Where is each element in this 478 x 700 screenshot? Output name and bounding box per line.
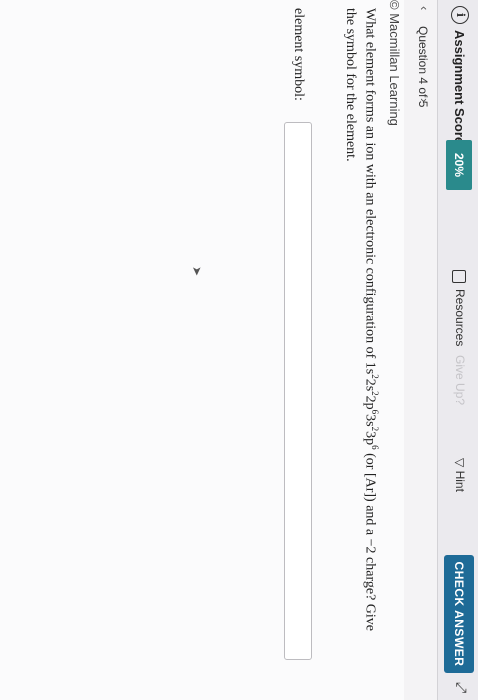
resources-icon <box>452 270 467 283</box>
element-symbol-label: element symbol: <box>291 8 306 101</box>
resources-label: Resources <box>453 289 467 347</box>
hint-label: Hint <box>453 470 467 492</box>
element-symbol-input[interactable] <box>284 122 312 660</box>
question-content: © Macmillan Learning What element forms … <box>0 0 404 700</box>
expand-icon[interactable]: ⤢ <box>453 682 470 693</box>
resources-button[interactable]: Resources <box>452 270 467 346</box>
score-badge: 20% <box>446 140 472 190</box>
info-icon[interactable]: i <box>451 6 469 24</box>
give-up-button[interactable]: Give Up? <box>453 355 467 405</box>
assignment-score-label: Assignment Score: <box>452 30 467 149</box>
hint-icon: ▽ <box>453 458 467 471</box>
question-number: Question 4 of 5 <box>416 26 430 108</box>
cursor-icon: ➤ <box>190 266 204 277</box>
macmillan-brand: © Macmillan Learning <box>387 0 402 126</box>
screen: i Assignment Score: 20% Resources Give U… <box>0 0 478 700</box>
check-answer-button[interactable]: Check Answer <box>444 555 474 673</box>
assignment-toolbar: i Assignment Score: 20% Resources Give U… <box>437 0 478 700</box>
question-text: What element forms an ion with an electr… <box>343 8 380 632</box>
previous-question-icon[interactable]: ‹ <box>417 6 432 10</box>
question-nav: ‹ Question 4 of 5 › <box>410 0 438 700</box>
hint-button[interactable]: ▽ Hint <box>453 458 467 492</box>
question-prefix: What element forms an ion with an electr… <box>362 8 378 375</box>
next-question-icon[interactable]: › <box>417 98 432 102</box>
